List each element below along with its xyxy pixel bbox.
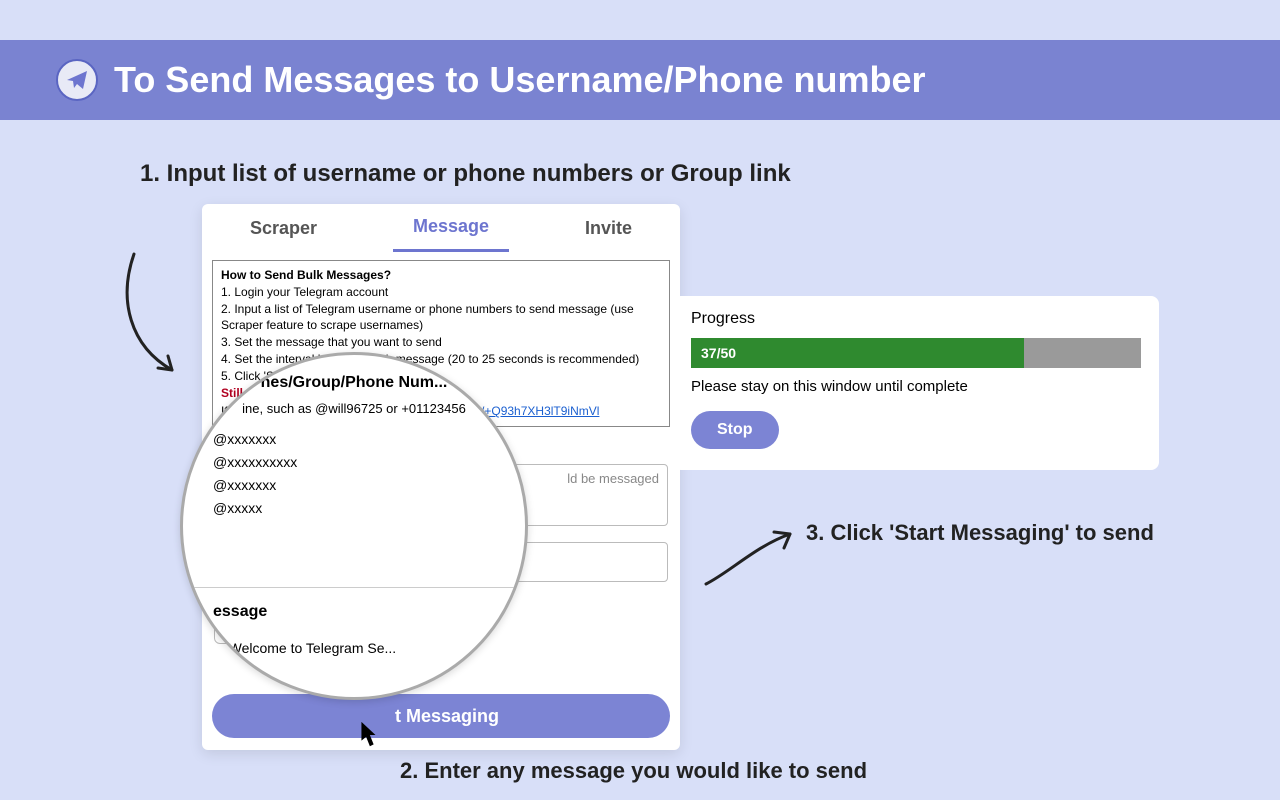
telegram-icon [56,59,98,101]
progress-note: Please stay on this window until complet… [691,378,1141,395]
start-messaging-button[interactable]: St Messaging [212,694,670,738]
magnifier-hint: ine, such as @will96725 or +01123456 [213,399,495,419]
start-btn-label: t Messaging [395,706,499,726]
magnifier-message-sample: ❤ Welcome to Telegram Se... [213,638,495,659]
cursor-icon [353,720,383,750]
list-item: @xxxxxxx [213,429,495,450]
tabs: Scraper Message Invite [202,204,680,252]
arrow-3-icon [700,526,800,596]
step-3-label: 3. Click 'Start Messaging' to send [806,520,1154,546]
help-line: 2. Input a list of Telegram username or … [221,301,661,335]
magnifier-message-label: essage [213,600,495,624]
help-line: 1. Login your Telegram account [221,284,661,301]
header-bar: To Send Messages to Username/Phone numbe… [0,40,1280,120]
help-link[interactable]: e/+Q93h7XH3lT9iNmVl [474,404,599,418]
progress-value: 37/50 [701,345,736,361]
progress-bar: 37/50 [691,338,1141,368]
header-title: To Send Messages to Username/Phone numbe… [114,59,926,101]
magnifier-overlay: nes/Group/Phone Num... ine, such as @wil… [180,352,528,700]
magnifier-list: @xxxxxxx @xxxxxxxxxx @xxxxxxx @xxxxx [213,429,495,519]
tab-message[interactable]: Message [393,204,509,252]
stop-button[interactable]: Stop [691,411,779,449]
progress-panel: Progress 37/50 Please stay on this windo… [673,296,1159,470]
tab-scraper[interactable]: Scraper [230,206,337,251]
step-2-label: 2. Enter any message you would like to s… [400,758,867,784]
tab-invite[interactable]: Invite [565,206,652,251]
arrow-1-icon [116,250,196,378]
textarea-placeholder: ld be messaged [567,471,659,486]
step-1-label: 1. Input list of username or phone numbe… [140,160,791,188]
help-title: How to Send Bulk Messages? [221,267,661,284]
list-item: @xxxxx [213,498,495,519]
progress-fill: 37/50 [691,338,1024,368]
list-item: @xxxxxxx [213,475,495,496]
help-line: 3. Set the message that you want to send [221,334,661,351]
list-item: @xxxxxxxxxx [213,452,495,473]
progress-label: Progress [691,310,1141,328]
